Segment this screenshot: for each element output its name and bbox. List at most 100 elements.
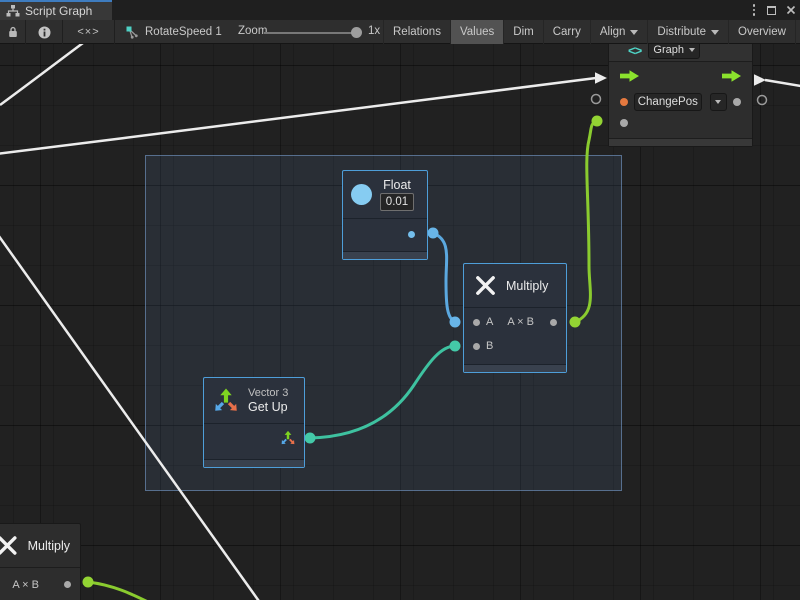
node-footer — [343, 251, 427, 259]
node-footer — [609, 138, 752, 146]
wire-endpoint-float-out — [428, 228, 439, 239]
float-output-row — [343, 219, 427, 249]
wire-endpoint-multiply-out — [570, 317, 581, 328]
node-footer — [464, 364, 566, 372]
chevron-down-icon — [630, 30, 638, 35]
relations-button[interactable]: Relations — [383, 20, 450, 44]
carry-button[interactable]: Carry — [543, 20, 590, 44]
fullscreen-button[interactable]: Full Screen — [795, 20, 800, 44]
node-multiply[interactable]: Multiply A A × B B — [463, 263, 567, 373]
variable-input-port[interactable] — [620, 98, 628, 106]
float-type-icon — [351, 184, 372, 205]
graph-dropdown[interactable]: Graph — [648, 44, 700, 59]
node-title: Multiply — [506, 279, 548, 293]
node-graph[interactable]: <> Graph ChangePos — [608, 44, 753, 147]
tab-title: Script Graph — [25, 4, 92, 18]
node-type-label: Vector 3 — [248, 387, 288, 399]
multiply-input-b-port[interactable] — [473, 343, 480, 350]
control-output-arrow-icon[interactable] — [722, 70, 741, 82]
lock-icon — [8, 26, 18, 38]
wire-endpoint-graph-in — [592, 116, 603, 127]
graph-control-flow-row — [609, 62, 752, 90]
wire-white-from-graph-node[interactable] — [765, 80, 800, 86]
close-icon[interactable] — [786, 5, 796, 15]
node-vector3-getup[interactable]: Vector 3 Get Up — [203, 377, 305, 468]
script-graph-window: Script Graph <×> — [0, 0, 800, 600]
more-menu-icon[interactable] — [751, 2, 758, 18]
node-title: Multiply — [28, 539, 70, 553]
info-button[interactable] — [26, 20, 63, 44]
hierarchy-icon — [6, 5, 20, 17]
control-input-arrow-icon[interactable] — [620, 70, 639, 82]
multiply-x-icon — [474, 274, 497, 297]
wire-white-to-graph-node[interactable] — [0, 78, 596, 154]
window-controls — [751, 0, 797, 20]
node-vector-header: Vector 3 Get Up — [204, 378, 304, 424]
graph-breadcrumb-icon — [126, 26, 139, 39]
unconnected-port-circle-right[interactable] — [758, 96, 767, 105]
node-footer — [204, 459, 304, 467]
tab-script-graph[interactable]: Script Graph — [0, 0, 112, 20]
changepos-dropdown[interactable]: ChangePos — [634, 93, 702, 111]
multiply-bottom-output-port[interactable] — [64, 581, 71, 588]
lock-button[interactable] — [0, 20, 26, 44]
multiply-output-port[interactable] — [550, 319, 557, 326]
node-multiply-header: Multiply — [464, 264, 566, 308]
multiply-bottom-row-a: A A × B — [0, 568, 80, 600]
vector-output-row — [204, 424, 304, 451]
values-button[interactable]: Values — [450, 20, 503, 44]
vector3-axes-icon — [212, 387, 240, 414]
graph-extra-input-port[interactable] — [620, 119, 628, 127]
distribute-dropdown[interactable]: Distribute — [647, 20, 728, 44]
multiply-input-a-port[interactable] — [473, 319, 480, 326]
graph-extra-input-row — [609, 113, 752, 133]
titlebar: Script Graph — [0, 0, 800, 20]
graph-canvas[interactable]: Float Multiply A A × B — [0, 44, 800, 600]
port-label-result: A × B — [12, 579, 39, 591]
float-value-input[interactable] — [380, 193, 414, 211]
node-multiply-bottom[interactable]: Multiply A A × B — [0, 523, 81, 600]
info-icon — [38, 26, 51, 39]
node-float-header: Float — [343, 171, 427, 219]
align-dropdown[interactable]: Align — [590, 20, 648, 44]
graph-variable-row: ChangePos — [609, 90, 752, 113]
zoom-slider-handle[interactable] — [351, 27, 362, 38]
overview-button[interactable]: Overview — [728, 20, 795, 44]
graph-value-output-port[interactable] — [733, 98, 741, 106]
wire-endpoint-multiply-a — [450, 317, 461, 328]
multiply-row-a: A A × B — [464, 308, 566, 336]
multiply-x-icon — [0, 534, 19, 557]
chevron-down-icon — [715, 100, 721, 104]
graph-toolbar: <×> RotateSpeed 1 Zoom 1x Relations Valu… — [0, 20, 800, 44]
port-label-result: A × B — [507, 316, 534, 328]
node-multiply-bottom-header: Multiply — [0, 524, 80, 568]
chevron-down-icon — [689, 48, 695, 52]
wire-endpoint-bottom-multiply — [83, 577, 94, 588]
wire-multiply-to-graph[interactable] — [575, 121, 597, 322]
breadcrumb[interactable]: RotateSpeed 1 — [126, 20, 222, 44]
port-label-b: B — [486, 340, 493, 352]
multiply-row-b: B — [464, 336, 566, 356]
changepos-enum-button[interactable] — [710, 93, 727, 111]
unconnected-port-circle-left[interactable] — [592, 95, 601, 104]
node-title: Get Up — [248, 400, 288, 414]
zoom-value: 1x — [368, 25, 380, 37]
wire-endpoint-multiply-b — [450, 341, 461, 352]
wire-endpoint-getup-out — [305, 433, 316, 444]
wire-bottom-multiply-out[interactable] — [88, 582, 148, 600]
node-title: Float — [383, 178, 411, 192]
wire-white-topleft[interactable] — [0, 44, 87, 105]
wire-float-to-multiply-a[interactable] — [433, 233, 455, 322]
vector3-output-port-icon[interactable] — [280, 430, 296, 446]
float-output-port[interactable] — [408, 231, 415, 238]
wire-getup-to-multiply-b[interactable] — [310, 346, 455, 438]
code-view-button[interactable]: <×> — [63, 20, 115, 44]
code-brackets-icon: <> — [628, 44, 641, 58]
port-label-a: A — [486, 316, 493, 328]
view-toggle-group: Relations Values Dim Carry Align Distrib… — [383, 20, 800, 44]
code-icon: <×> — [77, 26, 99, 38]
dim-button[interactable]: Dim — [503, 20, 542, 44]
maximize-icon[interactable] — [767, 6, 776, 15]
zoom-slider-track[interactable] — [264, 32, 361, 34]
node-float[interactable]: Float — [342, 170, 428, 260]
